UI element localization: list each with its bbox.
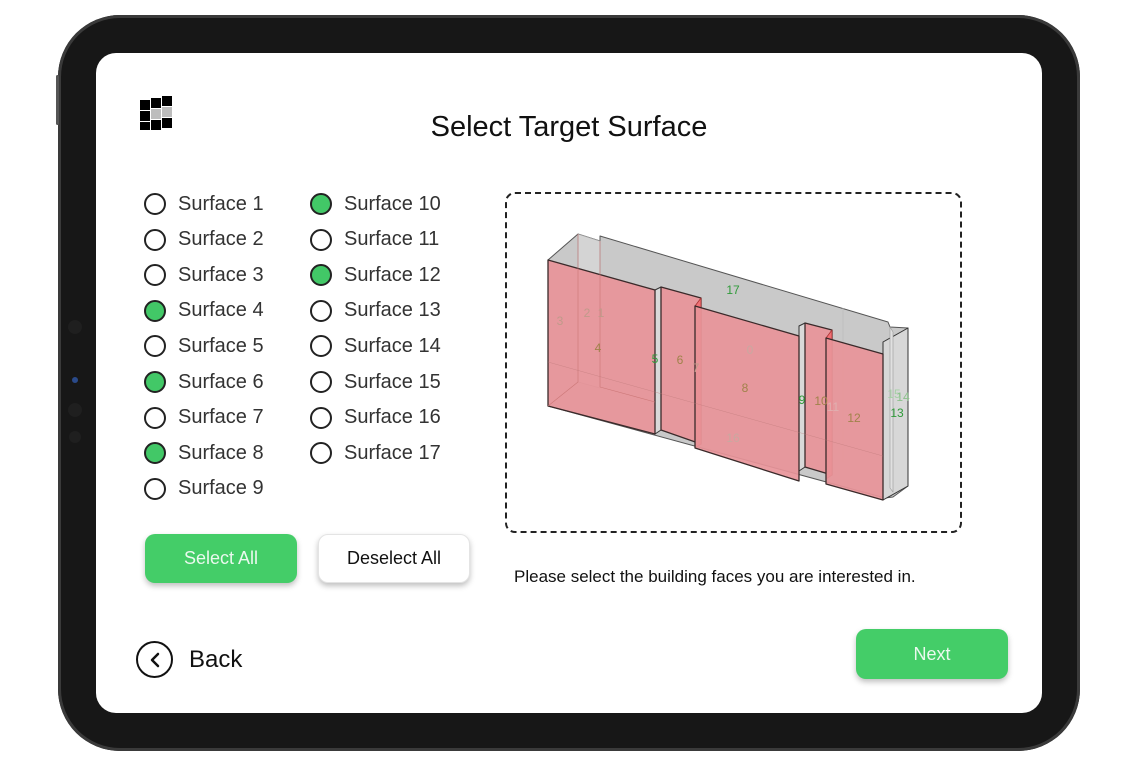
building-model-viewer[interactable]: 3 2 1 4 5 6 7 0 8 16 9 10 11 12 15 14 13…: [505, 192, 962, 533]
surface-radio-12[interactable]: Surface 12: [310, 260, 441, 290]
model-label: 6: [677, 353, 684, 367]
camera-dot: [68, 320, 82, 334]
surface-label: Surface 9: [178, 477, 264, 500]
radio-checked-icon[interactable]: [144, 299, 166, 322]
surface-radio-6[interactable]: Surface 6: [144, 367, 264, 397]
radio-unchecked-icon[interactable]: [144, 335, 166, 358]
surface-label: Surface 2: [178, 228, 264, 251]
model-label: 4: [595, 341, 602, 355]
surface-label: Surface 5: [178, 334, 264, 357]
sensor-dot: [68, 403, 82, 417]
surface-radio-1[interactable]: Surface 1: [144, 189, 264, 219]
radio-unchecked-icon[interactable]: [144, 193, 166, 215]
surface-label: Surface 16: [344, 406, 441, 429]
camera-lens-icon: [72, 377, 78, 383]
model-label: 0: [747, 343, 754, 357]
radio-unchecked-icon[interactable]: [144, 264, 166, 287]
radio-unchecked-icon[interactable]: [310, 442, 332, 465]
model-label: 8: [742, 381, 749, 395]
app-screen: Select Target Surface Surface 1 Surface 2…: [96, 53, 1042, 713]
surface-label: Surface 6: [178, 370, 264, 393]
radio-unchecked-icon[interactable]: [144, 406, 166, 429]
surface-label: Surface 13: [344, 299, 441, 322]
radio-unchecked-icon[interactable]: [310, 406, 332, 429]
radio-checked-icon[interactable]: [144, 442, 166, 465]
chevron-left-icon[interactable]: [136, 641, 173, 678]
model-label: 14: [896, 390, 910, 404]
model-label: 9: [799, 393, 806, 407]
deselect-all-button[interactable]: Deselect All: [318, 534, 470, 583]
radio-checked-icon[interactable]: [310, 193, 332, 215]
radio-unchecked-icon[interactable]: [144, 228, 166, 251]
surface-radio-7[interactable]: Surface 7: [144, 403, 264, 433]
radio-unchecked-icon[interactable]: [310, 299, 332, 322]
surface-label: Surface 17: [344, 441, 441, 464]
model-label: 17: [726, 283, 740, 297]
page-title: Select Target Surface: [430, 111, 708, 143]
surface-label: Surface 8: [178, 441, 264, 464]
surface-radio-17[interactable]: Surface 17: [310, 438, 441, 468]
surface-label: Surface 12: [344, 263, 441, 286]
instruction-text: Please select the building faces you are…: [514, 567, 916, 586]
building-model: 3 2 1 4 5 6 7 0 8 16 9 10 11 12 15 14 13…: [547, 233, 910, 501]
surface-radio-16[interactable]: Surface 16: [310, 403, 441, 433]
surface-radio-14[interactable]: Surface 14: [310, 331, 441, 361]
surface-radio-5[interactable]: Surface 5: [144, 331, 264, 361]
model-label: 7: [693, 361, 700, 375]
surface-label: Surface 3: [178, 263, 264, 286]
surface-4-face[interactable]: [547, 259, 656, 435]
surface-radio-8[interactable]: Surface 8: [144, 438, 264, 468]
sensor-dot: [69, 431, 81, 443]
surface-radio-3[interactable]: Surface 3: [144, 260, 264, 290]
radio-unchecked-icon[interactable]: [310, 371, 332, 393]
surface-radio-13[interactable]: Surface 13: [310, 296, 441, 326]
surface-label: Surface 11: [344, 228, 440, 251]
radio-checked-icon[interactable]: [144, 371, 166, 393]
surface-label: Surface 1: [178, 192, 264, 215]
model-label: 1: [598, 306, 605, 320]
surface-label: Surface 7: [178, 406, 264, 429]
surface-radio-4[interactable]: Surface 4: [144, 296, 264, 326]
model-label: 5: [652, 352, 659, 366]
surface-label: Surface 15: [344, 370, 441, 393]
select-all-button[interactable]: Select All: [145, 534, 297, 583]
model-label: 12: [847, 411, 861, 425]
surface-label: Surface 4: [178, 299, 264, 322]
surface-label: Surface 10: [344, 192, 441, 215]
surface-radio-9[interactable]: Surface 9: [144, 474, 264, 504]
volume-button: [56, 75, 59, 125]
radio-checked-icon[interactable]: [310, 264, 332, 287]
radio-unchecked-icon[interactable]: [144, 477, 166, 500]
surface-label: Surface 14: [344, 334, 441, 357]
model-label: 13: [890, 406, 904, 420]
radio-unchecked-icon[interactable]: [310, 335, 332, 358]
back-button[interactable]: Back: [136, 641, 242, 678]
model-label: 3: [557, 314, 564, 328]
surface-radio-11[interactable]: Surface 11: [310, 225, 439, 255]
model-label: 16: [726, 431, 740, 445]
surface-radio-15[interactable]: Surface 15: [310, 367, 441, 397]
model-label: 2: [584, 306, 591, 320]
surface-radio-2[interactable]: Surface 2: [144, 225, 264, 255]
radio-unchecked-icon[interactable]: [310, 228, 332, 251]
model-label: 11: [827, 400, 840, 414]
back-label: Back: [189, 645, 243, 673]
surface-radio-10[interactable]: Surface 10: [310, 189, 441, 219]
next-button[interactable]: Next: [856, 629, 1008, 679]
